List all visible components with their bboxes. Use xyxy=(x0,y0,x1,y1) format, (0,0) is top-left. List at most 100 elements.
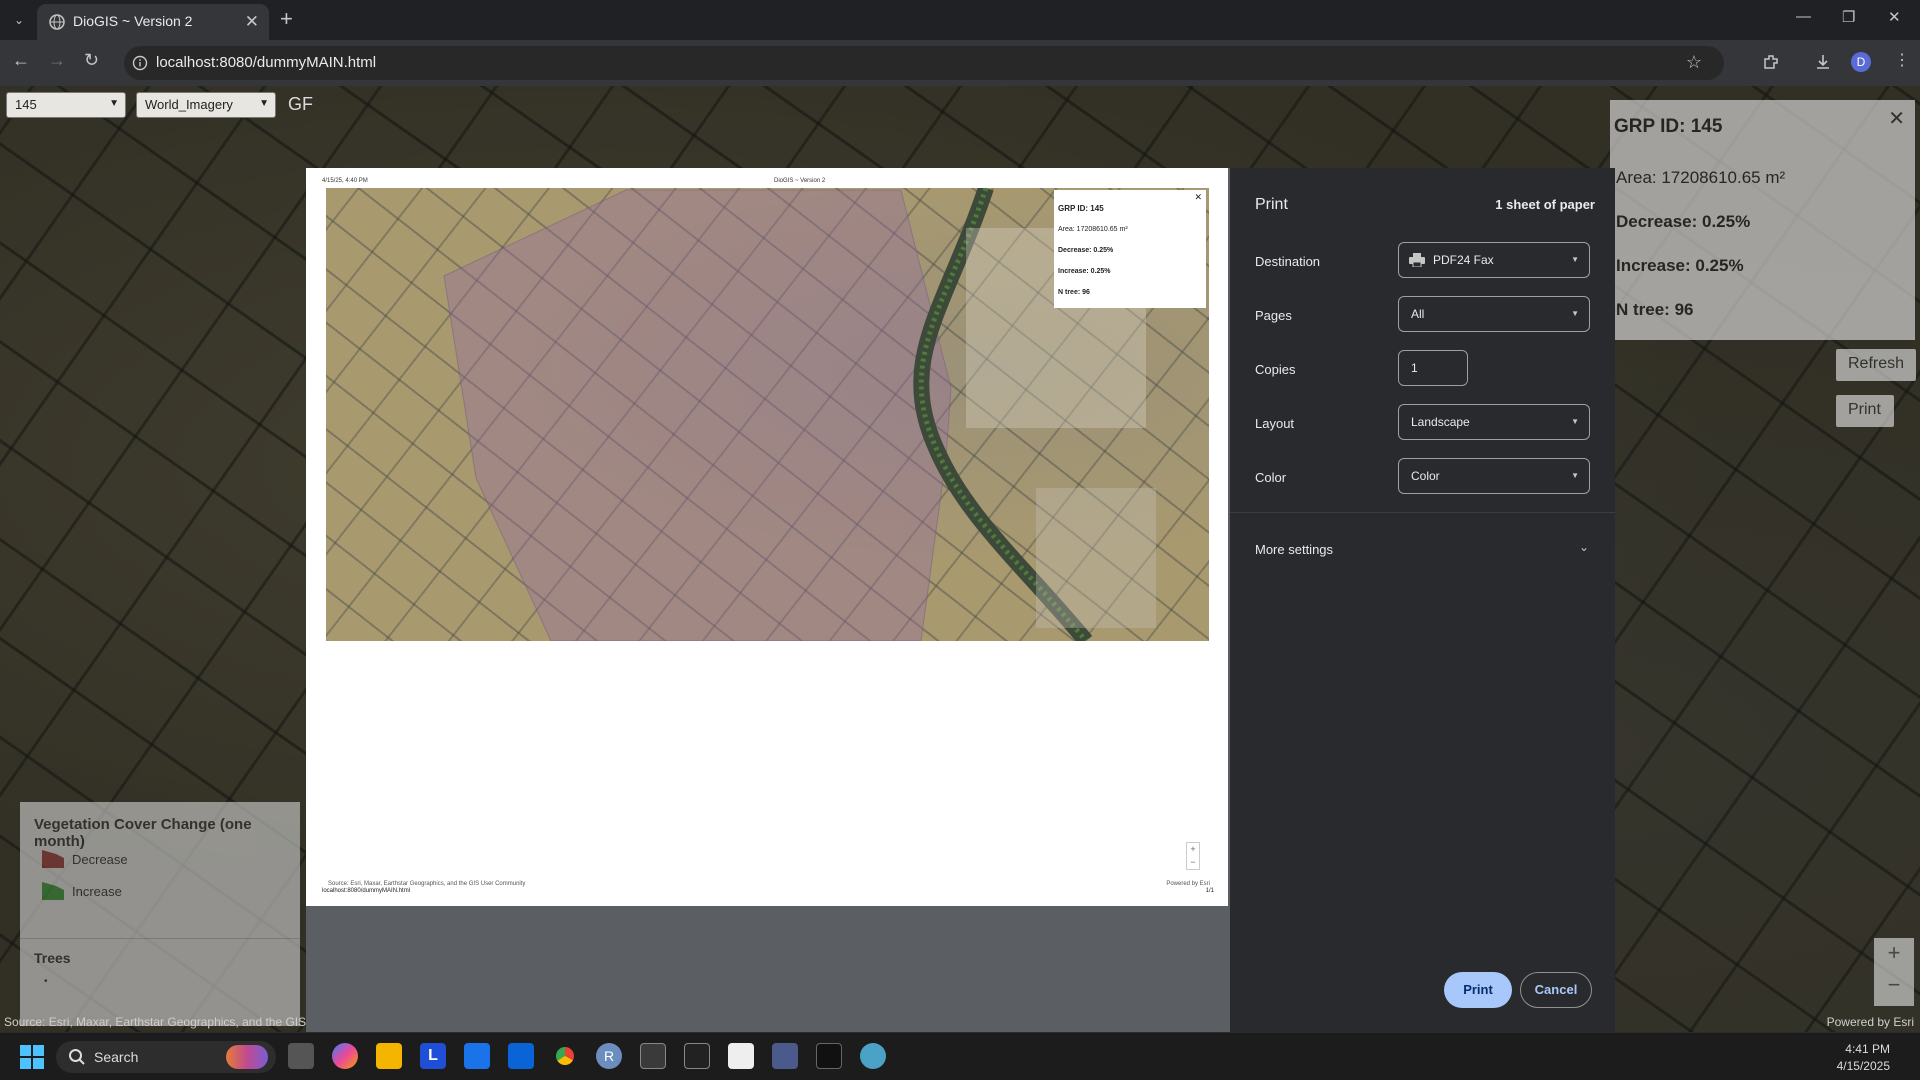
print-settings-panel: Print 1 sheet of paper Destination PDF24… xyxy=(1230,168,1615,1032)
file-explorer-icon[interactable] xyxy=(376,1043,402,1069)
forward-arrow-icon[interactable]: → xyxy=(48,50,66,71)
preview-popup-decrease: Decrease: 0.25% xyxy=(1058,247,1114,254)
address-bar[interactable]: localhost:8080/dummyMAIN.html ☆ xyxy=(124,46,1724,80)
print-title: Print xyxy=(1255,196,1288,213)
system-clock[interactable]: 4:41 PM 4/15/2025 xyxy=(1837,1041,1890,1075)
destination-select[interactable]: PDF24 Fax ▼ xyxy=(1398,242,1590,278)
color-select[interactable]: Color ▼ xyxy=(1398,458,1590,494)
basemap-select[interactable]: World_Imagery ▼ xyxy=(136,92,276,118)
preview-page-number: 1/1 xyxy=(1205,888,1214,894)
dropdown-arrow-icon: ▼ xyxy=(1571,255,1579,264)
color-label: Color xyxy=(1255,470,1287,485)
app-icon-5[interactable] xyxy=(464,1043,490,1069)
outlook-icon[interactable] xyxy=(508,1043,534,1069)
popup-decrease: Decrease: 0.25% xyxy=(1616,212,1751,231)
pages-label: Pages xyxy=(1255,308,1292,323)
profile-avatar[interactable]: D xyxy=(1851,52,1871,72)
search-icon xyxy=(68,1048,86,1066)
dropdown-arrow-icon: ▼ xyxy=(1571,417,1579,426)
app-icon-9[interactable] xyxy=(640,1043,666,1069)
menu-kebab-icon[interactable]: ⋮ xyxy=(1894,50,1910,70)
preview-popup-title: GRP ID: 145 xyxy=(1058,204,1104,213)
dropdown-arrow-icon: ▼ xyxy=(1571,309,1579,318)
chevron-down-icon[interactable]: ⌄ xyxy=(1579,540,1589,554)
clock-time: 4:41 PM xyxy=(1845,1042,1890,1056)
popup-title: GRP ID: 145 xyxy=(1614,116,1723,137)
preview-popup-increase: Increase: 0.25% xyxy=(1058,268,1111,275)
globe-app-icon[interactable] xyxy=(860,1043,886,1069)
r-app-icon[interactable]: R xyxy=(596,1043,622,1069)
remote-desktop-icon[interactable] xyxy=(772,1043,798,1069)
destination-label: Destination xyxy=(1255,254,1321,269)
reload-icon[interactable]: ↻ xyxy=(84,50,99,71)
copies-input[interactable]: 1 xyxy=(1398,350,1468,386)
preview-date: 4/15/25, 4:40 PM xyxy=(322,178,368,184)
preview-popup: ✕ GRP ID: 145 Area: 17208610.65 m² Decre… xyxy=(1054,190,1206,308)
download-icon[interactable] xyxy=(1814,53,1832,71)
sheet-count: 1 sheet of paper xyxy=(1495,197,1595,212)
minimize-icon[interactable]: — xyxy=(1796,8,1811,25)
cancel-button[interactable]: Cancel xyxy=(1520,972,1592,1008)
browser-tab-bar: ⌄ DioGIS ~ Version 2 ✕ + — ❐ ✕ xyxy=(0,0,1920,40)
panel-divider xyxy=(1230,512,1615,513)
gf-label: GF xyxy=(288,94,313,114)
preview-title: DioGIS ~ Version 2 xyxy=(774,178,826,184)
popup-increase: Increase: 0.25% xyxy=(1616,256,1744,275)
browser-toolbar: ← → ↻ localhost:8080/dummyMAIN.html ☆ D … xyxy=(0,40,1920,86)
grp-id-select[interactable]: 145 ▼ xyxy=(6,92,126,118)
close-window-icon[interactable]: ✕ xyxy=(1888,8,1901,26)
preview-popup-ntree: N tree: 96 xyxy=(1058,289,1090,296)
more-settings-toggle[interactable]: More settings xyxy=(1255,542,1333,557)
copilot-icon[interactable] xyxy=(332,1043,358,1069)
search-highlight-icon xyxy=(226,1045,268,1069)
tab-title: DioGIS ~ Version 2 xyxy=(73,13,193,29)
copies-label: Copies xyxy=(1255,362,1296,377)
map-page: 145 ▼ World_Imagery ▼ GF ✕ GRP ID: 145 Are… xyxy=(0,86,1920,1032)
browser-tab[interactable]: DioGIS ~ Version 2 ✕ xyxy=(37,4,269,40)
print-confirm-button[interactable]: Print xyxy=(1444,972,1512,1008)
dropdown-arrow-icon: ▼ xyxy=(1571,471,1579,480)
zoom-control: + − xyxy=(1874,938,1914,1006)
preview-url: localhost:8080/dummyMAIN.html xyxy=(322,888,411,894)
zoom-in-icon[interactable]: + xyxy=(1874,940,1914,966)
decrease-swatch xyxy=(42,850,64,868)
preview-popup-area: Area: 17208610.65 m² xyxy=(1058,226,1128,233)
popup-ntree: N tree: 96 xyxy=(1616,300,1694,319)
preview-zoom-control: + − xyxy=(1186,842,1200,870)
zoom-out-icon[interactable]: − xyxy=(1874,972,1914,998)
tree-dot-icon: • xyxy=(44,976,48,987)
extensions-icon[interactable] xyxy=(1762,53,1780,71)
legend-divider xyxy=(20,938,300,939)
url-text: localhost:8080/dummyMAIN.html xyxy=(156,54,377,71)
print-button[interactable]: Print xyxy=(1836,395,1894,427)
clock-date: 4/15/2025 xyxy=(1836,1059,1890,1073)
preview-close-icon: ✕ xyxy=(1194,192,1202,202)
layout-select[interactable]: Landscape ▼ xyxy=(1398,404,1590,440)
increase-swatch xyxy=(42,882,64,900)
task-view-icon[interactable] xyxy=(288,1043,314,1069)
new-tab-plus-icon[interactable]: + xyxy=(280,6,293,32)
tab-list-chevron-icon[interactable]: ⌄ xyxy=(8,9,30,31)
legend-title: Vegetation Cover Change (one month) xyxy=(34,816,252,850)
close-icon[interactable]: ✕ xyxy=(1888,106,1905,131)
terminal-icon[interactable] xyxy=(684,1043,710,1069)
bookmark-star-icon[interactable]: ☆ xyxy=(1686,52,1702,73)
windows-start-icon[interactable] xyxy=(20,1045,44,1069)
notepad-icon[interactable] xyxy=(728,1043,754,1069)
close-tab-icon[interactable]: ✕ xyxy=(245,12,259,32)
back-arrow-icon[interactable]: ← xyxy=(12,50,30,71)
l-app-icon[interactable]: L xyxy=(420,1043,446,1069)
site-info-icon[interactable] xyxy=(132,55,148,71)
globe-icon xyxy=(49,14,65,30)
pages-select[interactable]: All ▼ xyxy=(1398,296,1590,332)
restore-icon[interactable]: ❐ xyxy=(1842,8,1855,26)
refresh-button[interactable]: Refresh xyxy=(1836,349,1916,381)
app-icon-13[interactable] xyxy=(816,1043,842,1069)
layout-label: Layout xyxy=(1255,416,1295,431)
taskbar-search[interactable]: Search xyxy=(56,1041,276,1073)
popup-area: Area: 17208610.65 m² xyxy=(1616,168,1786,187)
legend-panel: Vegetation Cover Change (one month) Decr… xyxy=(20,802,300,1026)
chrome-icon[interactable] xyxy=(552,1043,578,1069)
preview-source: Source: Esri, Maxar, Earthstar Geographi… xyxy=(328,881,526,887)
windows-taskbar: Search L R 4:41 PM 4/15/2025 xyxy=(0,1032,1920,1080)
